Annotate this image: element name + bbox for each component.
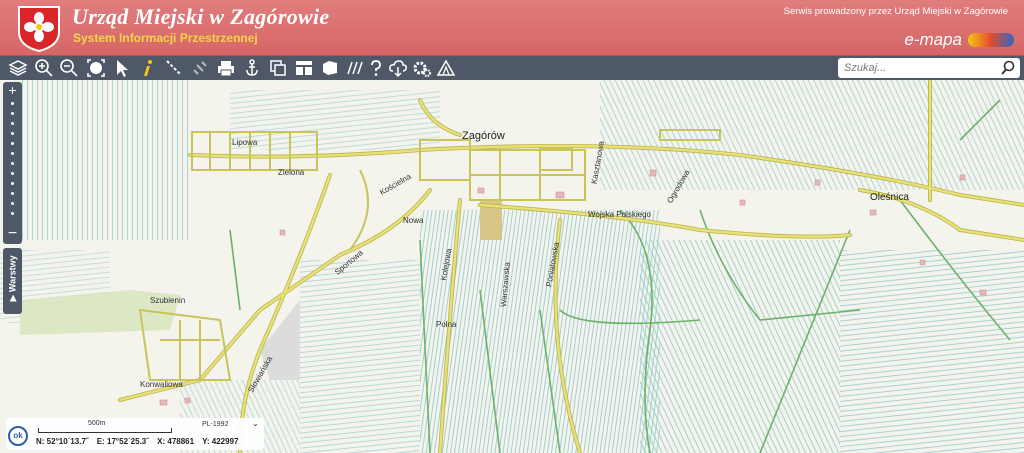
app-title: Urząd Miejski w Zagórowie: [72, 4, 330, 29]
zoom-level-dot[interactable]: [11, 112, 14, 115]
map-canvas[interactable]: Zagórów Oleśnica Szubienin Lipowa Zielon…: [0, 80, 1024, 453]
zoom-level-dot[interactable]: [11, 102, 14, 105]
copy-icon[interactable]: [268, 58, 288, 78]
y-coordinate-value: Y: 422997: [202, 437, 239, 446]
zoom-level-dot[interactable]: [11, 182, 14, 185]
layers-tab-label: ▶ Warstwy: [7, 255, 18, 302]
zoom-in-icon[interactable]: [34, 58, 54, 78]
search-icon[interactable]: [1000, 60, 1016, 76]
village-label-olesnica: Oleśnica: [870, 192, 909, 203]
scale-bar: [38, 428, 172, 433]
brand-label[interactable]: e-mapa: [904, 30, 962, 50]
zoom-level-dot[interactable]: [11, 152, 14, 155]
pointer-icon[interactable]: [112, 58, 132, 78]
x-coordinate-value: X: 478861: [157, 437, 195, 446]
terrain-icon[interactable]: [436, 58, 456, 78]
help-icon[interactable]: [366, 58, 386, 78]
street-label-szubienin: Szubienin: [150, 296, 186, 305]
print-icon[interactable]: [216, 58, 236, 78]
anchor-icon[interactable]: [242, 58, 262, 78]
ok-button[interactable]: ok: [8, 426, 28, 446]
zoom-level-dot[interactable]: [11, 122, 14, 125]
search-box[interactable]: [838, 58, 1020, 78]
street-label-nowa: Nowa: [403, 216, 424, 225]
zoom-level-dot[interactable]: [11, 142, 14, 145]
settings-icon[interactable]: [412, 58, 432, 78]
street-label-konwaliowa: Konwaliowa: [140, 380, 183, 389]
city-coat-of-arms-logo[interactable]: [16, 4, 62, 52]
app-header: Urząd Miejski w Zagórowie System Informa…: [0, 0, 1024, 56]
longitude-value: E: 17°52´25.3˝: [96, 437, 149, 446]
latitude-value: N: 52°10´13.7˝: [36, 437, 89, 446]
cloud-download-icon[interactable]: [388, 58, 408, 78]
chevron-down-icon[interactable]: ⌄: [252, 419, 259, 428]
street-label-wojska-polskiego: Wojska Polskiego: [588, 210, 651, 219]
map-svg: [0, 80, 1024, 453]
toolbar: [0, 56, 1024, 80]
scale-label: 500m: [88, 420, 106, 427]
link-icon[interactable]: [190, 58, 210, 78]
area-icon[interactable]: [320, 58, 340, 78]
zoom-in-button[interactable]: +: [3, 83, 22, 97]
projection-select[interactable]: PL-1992: [202, 421, 228, 428]
layout-icon[interactable]: [294, 58, 314, 78]
zoom-bar: + −: [3, 82, 22, 244]
app-subtitle: System Informacji Przestrzennej: [73, 31, 258, 45]
street-label-lipowa: Lipowa: [232, 138, 258, 147]
zoom-out-button[interactable]: −: [3, 226, 22, 242]
search-input[interactable]: [844, 60, 994, 76]
info-icon[interactable]: [138, 58, 158, 78]
zoom-level-dot[interactable]: [11, 132, 14, 135]
town-label-zagorow: Zagórów: [462, 130, 505, 142]
coordinates-readout: N: 52°10´13.7˝ E: 17°52´25.3˝ X: 478861 …: [36, 437, 244, 446]
layers-icon[interactable]: [8, 58, 28, 78]
zoom-level-dot[interactable]: [11, 172, 14, 175]
street-label-zielona: Zielona: [278, 168, 305, 177]
brand-badge[interactable]: [968, 33, 1014, 47]
zoom-level-dot[interactable]: [11, 192, 14, 195]
hatch-icon[interactable]: [344, 58, 364, 78]
zoom-level-dot[interactable]: [11, 162, 14, 165]
full-extent-icon[interactable]: [86, 58, 106, 78]
measure-icon[interactable]: [164, 58, 184, 78]
coordinates-panel: ok 500m PL-1992 ⌄ N: 52°10´13.7˝ E: 17°5…: [6, 418, 264, 450]
street-label-polna: Polna: [436, 320, 457, 329]
zoom-out-icon[interactable]: [59, 58, 79, 78]
service-note: Serwis prowadzony przez Urząd Miejski w …: [783, 6, 1008, 17]
zoom-level-dot[interactable]: [11, 212, 14, 215]
zoom-level-dot[interactable]: [11, 202, 14, 205]
layers-tab[interactable]: ▶ Warstwy: [3, 248, 22, 314]
